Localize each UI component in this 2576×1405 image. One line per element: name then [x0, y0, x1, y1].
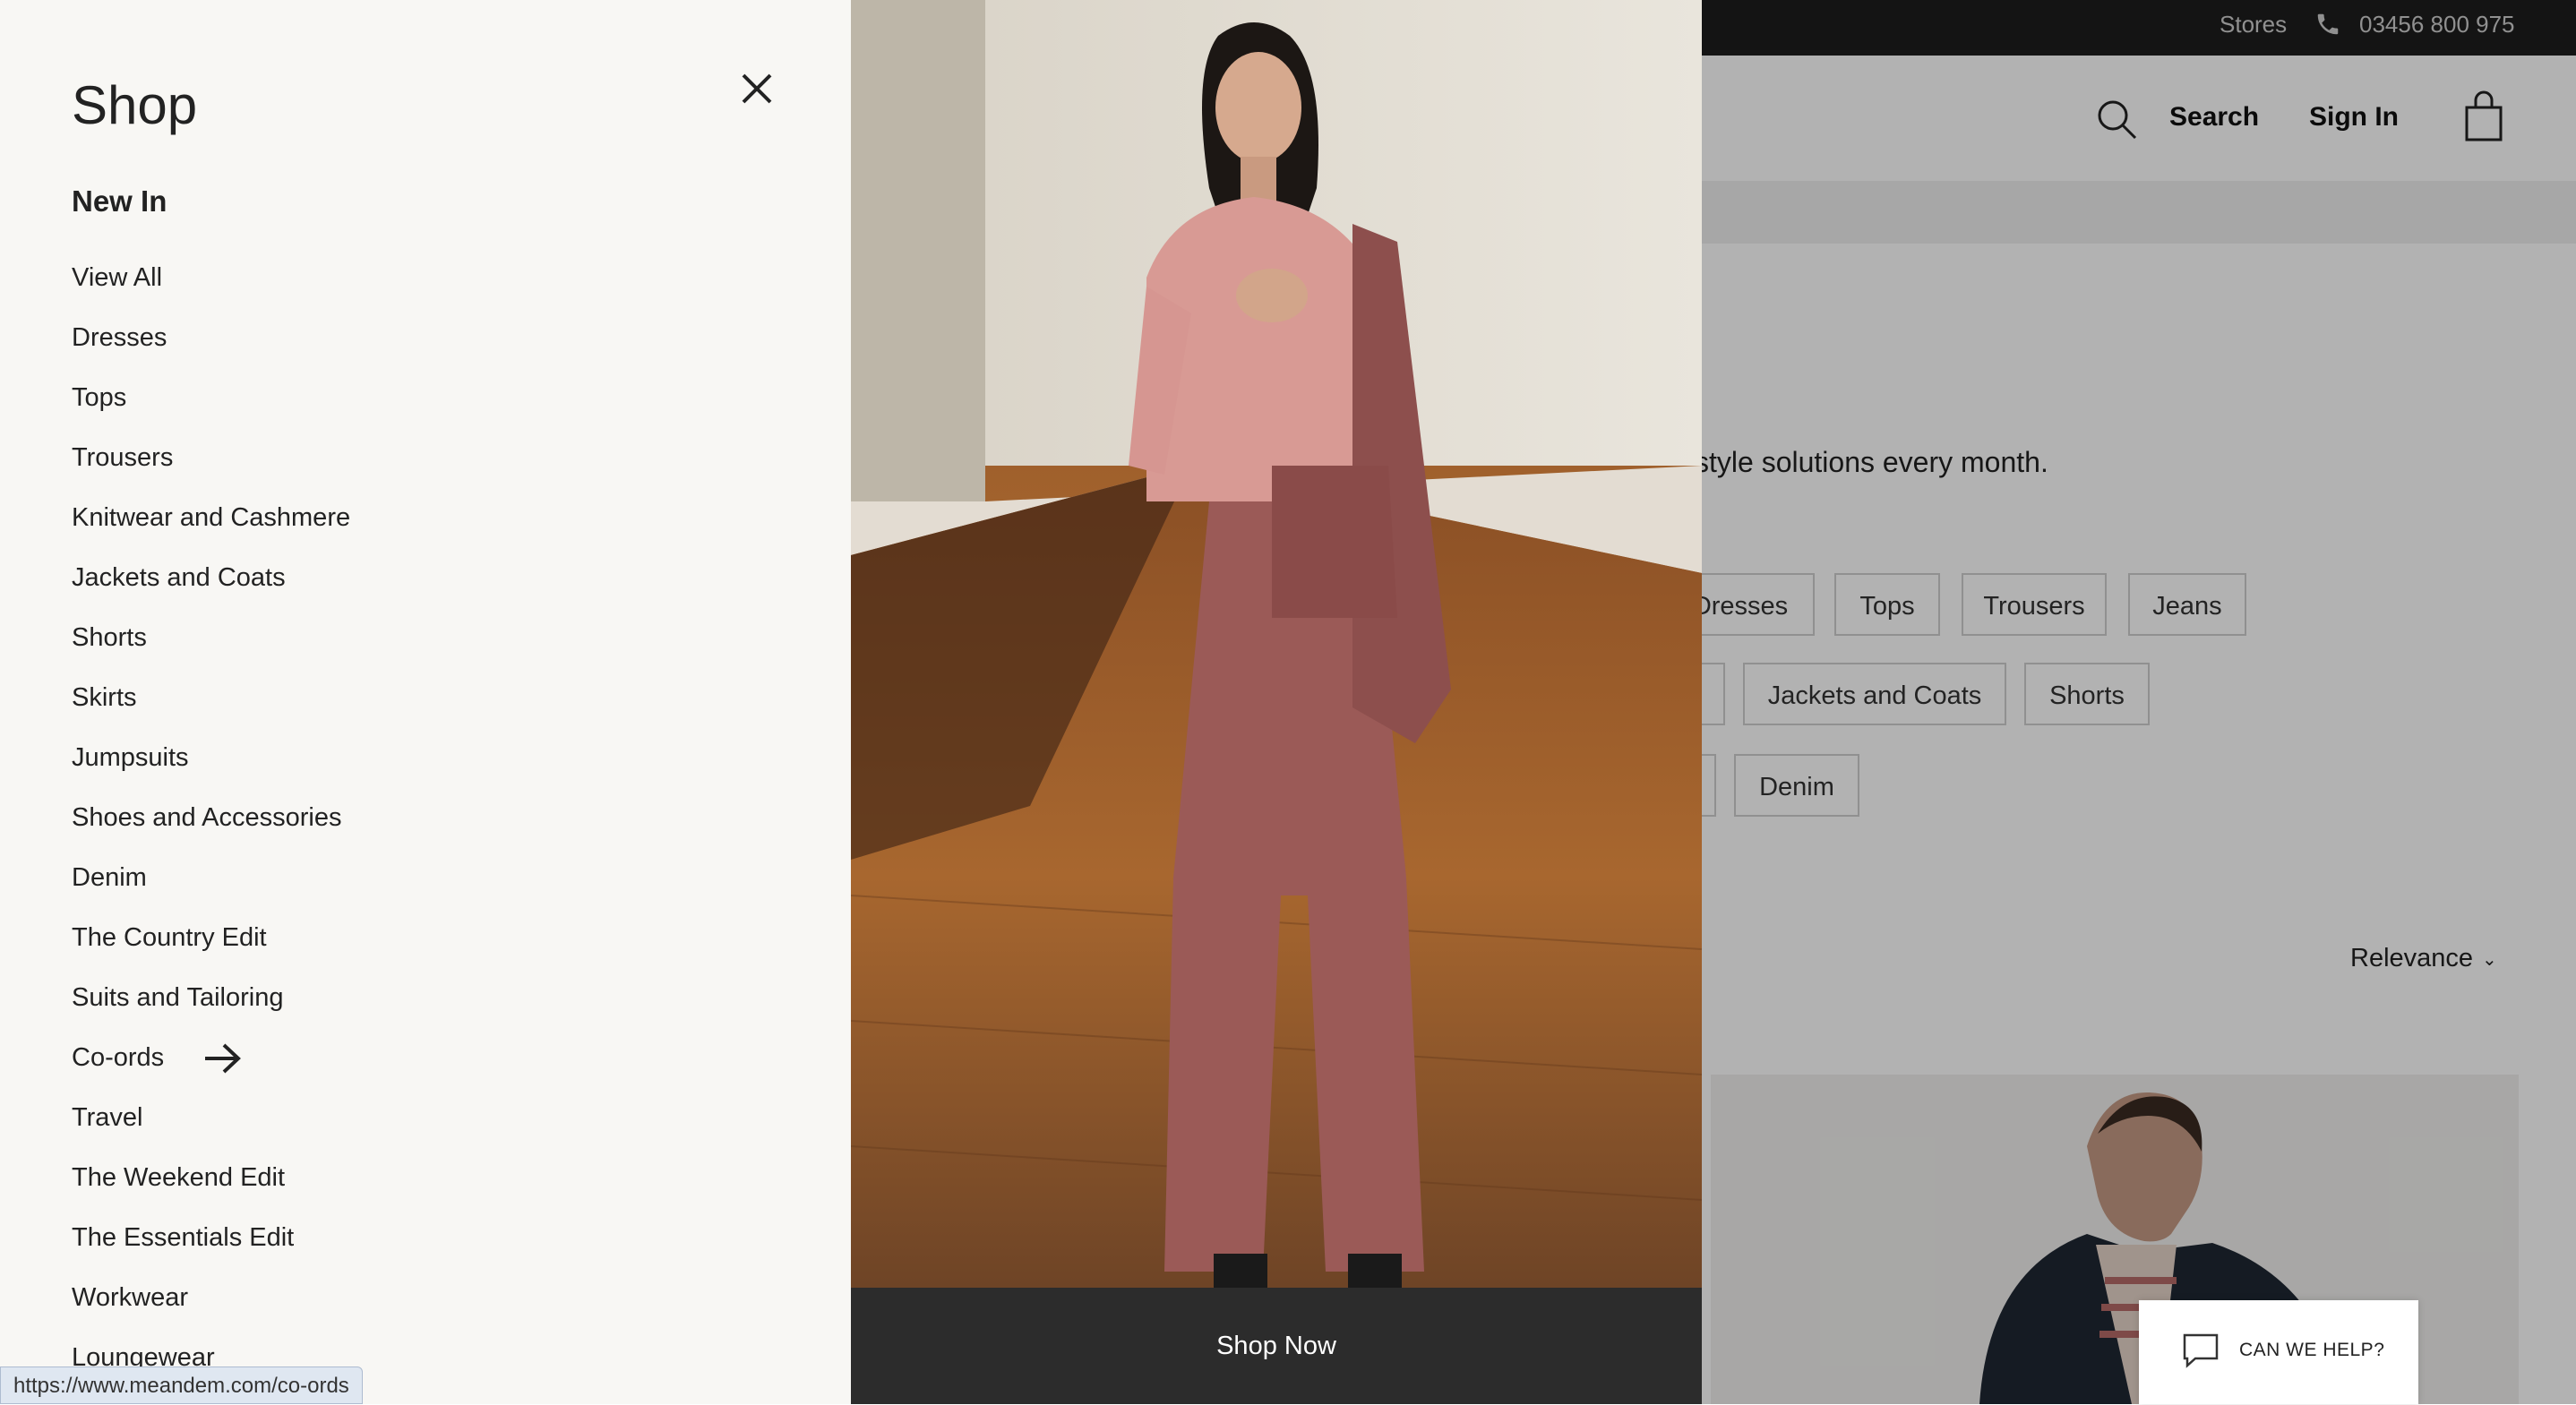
menu-item-the-essentials-edit[interactable]: The Essentials Edit [72, 1220, 294, 1255]
chat-icon [2183, 1333, 2219, 1368]
chat-help-button[interactable]: CAN WE HELP? [2139, 1300, 2418, 1404]
menu-item-trousers[interactable]: Trousers [72, 440, 173, 475]
menu-item-suits-and-tailoring[interactable]: Suits and Tailoring [72, 980, 283, 1015]
menu-item-view-all[interactable]: View All [72, 260, 162, 296]
menu-item-workwear[interactable]: Workwear [72, 1280, 188, 1315]
menu-item-dresses[interactable]: Dresses [72, 320, 167, 356]
menu-item-co-ords[interactable]: Co-ords [72, 1040, 164, 1075]
menu-item-the-weekend-edit[interactable]: The Weekend Edit [72, 1160, 285, 1195]
menu-item-shoes-and-accessories[interactable]: Shoes and Accessories [72, 800, 341, 835]
feature-image[interactable] [851, 0, 1702, 1288]
drawer-title: Shop [72, 75, 198, 135]
shop-menu-drawer: Shop New In View All Dresses Tops Trouse… [0, 0, 851, 1404]
menu-item-denim[interactable]: Denim [72, 860, 147, 895]
browser-status-url: https://www.meandem.com/co-ords [0, 1366, 363, 1404]
arrow-right-icon[interactable] [202, 1041, 244, 1076]
menu-item-tops[interactable]: Tops [72, 380, 126, 416]
shop-now-button[interactable]: Shop Now [851, 1288, 1702, 1404]
chat-help-label: CAN WE HELP? [2239, 1340, 2385, 1360]
menu-item-shorts[interactable]: Shorts [72, 620, 147, 655]
feature-model-photo [851, 0, 1702, 1288]
menu-item-travel[interactable]: Travel [72, 1100, 143, 1135]
section-heading-new-in[interactable]: New In [72, 184, 167, 218]
menu-item-jumpsuits[interactable]: Jumpsuits [72, 740, 189, 775]
close-icon[interactable] [734, 66, 779, 111]
menu-item-jackets-and-coats[interactable]: Jackets and Coats [72, 560, 286, 595]
menu-item-knitwear-and-cashmere[interactable]: Knitwear and Cashmere [72, 500, 350, 535]
drawer-feature-panel: Shop Now [851, 0, 1702, 1404]
menu-item-the-country-edit[interactable]: The Country Edit [72, 920, 267, 955]
menu-item-skirts[interactable]: Skirts [72, 680, 137, 715]
